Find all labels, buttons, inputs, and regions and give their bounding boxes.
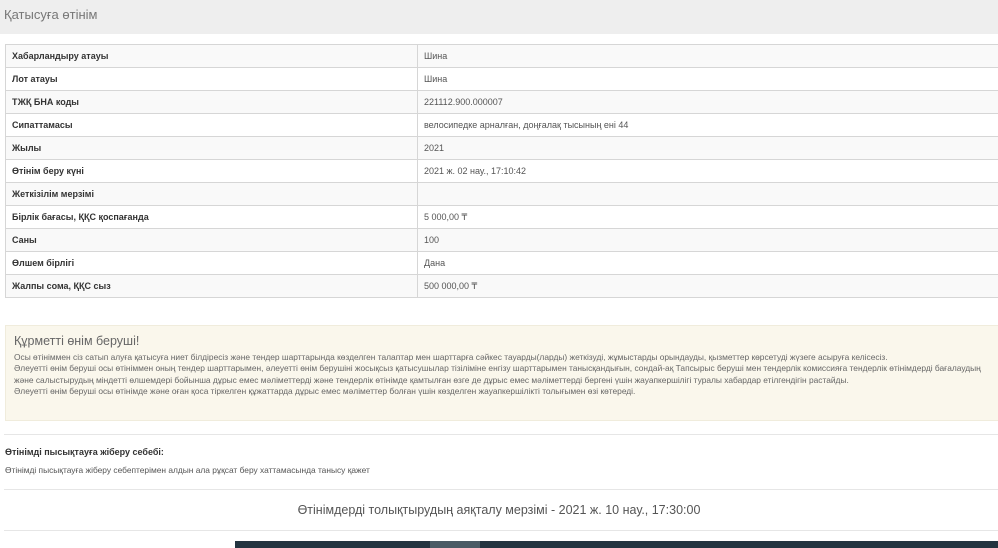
table-row: Жеткізілім мерзімі — [6, 183, 998, 206]
row-label: Өтінім беру күні — [6, 160, 418, 183]
notice-title: Құрметті өнім беруші! — [14, 336, 996, 347]
reason-text: Өтінімді пысықтауға жіберу себептерімен … — [5, 465, 370, 475]
table-row: Хабарландыру атауыШина — [6, 45, 998, 68]
row-value — [418, 183, 998, 206]
row-label: Жеткізілім мерзімі — [6, 183, 418, 206]
row-label: ТЖҚ БНА коды — [6, 91, 418, 114]
table-row: Өлшем бірлігіДана — [6, 252, 998, 275]
reason-title: Өтінімді пысықтауға жіберу себебі: — [5, 447, 164, 457]
table-row: Жалпы сома, ҚҚС сыз500 000,00 ₸ — [6, 275, 998, 298]
row-label: Өлшем бірлігі — [6, 252, 418, 275]
row-label: Саны — [6, 229, 418, 252]
table-row: Бірлік бағасы, ҚҚС қоспағанда5 000,00 ₸ — [6, 206, 998, 229]
table-row: Өтінім беру күні2021 ж. 02 нау., 17:10:4… — [6, 160, 998, 183]
bottom-toolbar — [235, 541, 998, 548]
divider — [4, 489, 998, 490]
row-value: Дана — [418, 252, 998, 275]
notice-line: Әлеуетті өнім беруші осы өтінімде және о… — [14, 386, 996, 397]
bottom-toolbar-segment — [430, 541, 480, 548]
table-row: ТЖҚ БНА коды221112.900.000007 — [6, 91, 998, 114]
row-value: велосипедке арналған, доңғалақ тысының е… — [418, 114, 998, 137]
row-value: 2021 ж. 02 нау., 17:10:42 — [418, 160, 998, 183]
divider — [4, 434, 998, 435]
row-label: Бірлік бағасы, ҚҚС қоспағанда — [6, 206, 418, 229]
row-value: 500 000,00 ₸ — [418, 275, 998, 298]
row-label: Сипаттамасы — [6, 114, 418, 137]
row-label: Хабарландыру атауы — [6, 45, 418, 68]
row-value: 2021 — [418, 137, 998, 160]
notice-line: Осы өтініммен сіз сатып алуға қатысуға н… — [14, 352, 996, 363]
row-label: Жалпы сома, ҚҚС сыз — [6, 275, 418, 298]
row-value: Шина — [418, 45, 998, 68]
row-value: 221112.900.000007 — [418, 91, 998, 114]
row-label: Жылы — [6, 137, 418, 160]
application-details-table: Хабарландыру атауыШинаЛот атауыШинаТЖҚ Б… — [5, 44, 998, 298]
deadline-text: Өтінімдерді толықтырудың аяқталу мерзімі… — [0, 503, 998, 517]
table-row: Лот атауыШина — [6, 68, 998, 91]
notice-line: Әлеуетті өнім беруші осы өтініммен оның … — [14, 363, 996, 385]
row-value: 100 — [418, 229, 998, 252]
divider — [4, 530, 998, 531]
row-label: Лот атауы — [6, 68, 418, 91]
table-row: Жылы2021 — [6, 137, 998, 160]
page-header: Қатысуға өтінім — [0, 0, 998, 34]
page-title: Қатысуға өтінім — [4, 7, 97, 22]
supplier-notice: Құрметті өнім беруші! Осы өтініммен сіз … — [5, 325, 998, 421]
row-value: 5 000,00 ₸ — [418, 206, 998, 229]
row-value: Шина — [418, 68, 998, 91]
table-row: Саны100 — [6, 229, 998, 252]
table-row: Сипаттамасывелосипедке арналған, доңғала… — [6, 114, 998, 137]
